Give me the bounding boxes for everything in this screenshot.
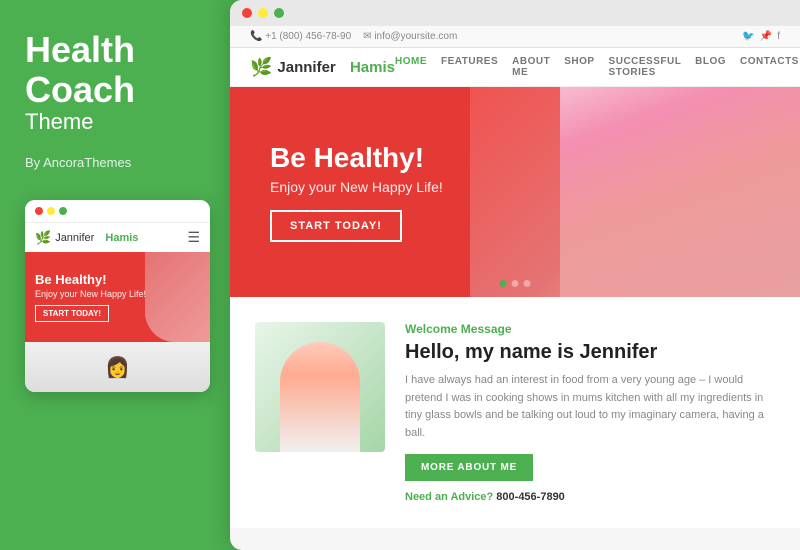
- about-more-button[interactable]: MORE ABOUT ME: [405, 454, 533, 481]
- nav-logo-first: Jannifer: [277, 59, 335, 76]
- mobile-hero-sub: Enjoy your New Happy Life!: [35, 289, 200, 299]
- theme-title-line2: Coach: [25, 70, 205, 110]
- about-title: Hello, my name is Jennifer: [405, 341, 775, 364]
- nav-logo-icon: 🌿: [250, 57, 272, 78]
- browser-content: +1 (800) 456-78-90 info@yoursitе.com 🐦 📌…: [230, 26, 800, 550]
- browser-chrome: [230, 0, 800, 26]
- theme-subtitle: Theme: [25, 109, 205, 135]
- topbar-phone: +1 (800) 456-78-90: [250, 31, 351, 42]
- about-section: Welcome Message Hello, my name is Jennif…: [230, 297, 800, 528]
- browser-dot-yellow: [258, 8, 268, 18]
- browser-dot-green: [274, 8, 284, 18]
- topbar-left: +1 (800) 456-78-90 info@yoursitе.com: [250, 31, 457, 42]
- social-pinterest-icon[interactable]: 📌: [760, 31, 772, 42]
- hero-image: [470, 87, 800, 297]
- mobile-dot-yellow: [47, 207, 55, 215]
- hero-section: Be Healthy! Enjoy your New Happy Life! S…: [230, 87, 800, 297]
- theme-title-line1: Health: [25, 30, 205, 70]
- advice-phone: 800-456-7890: [496, 491, 565, 503]
- about-image: [255, 322, 385, 452]
- nav-link-stories[interactable]: SUCCESSFUL STORIES: [609, 56, 682, 78]
- title-block: Health Coach Theme: [25, 30, 205, 135]
- hero-person-image: [560, 87, 800, 297]
- browser-window: +1 (800) 456-78-90 info@yoursitе.com 🐦 📌…: [230, 0, 800, 550]
- nav-link-blog[interactable]: BLOG: [695, 56, 726, 78]
- mobile-logo: 🌿 Jannifer Hamis: [35, 230, 138, 246]
- mobile-hero: Be Healthy! Enjoy your New Happy Life! S…: [25, 252, 210, 342]
- nav-link-about[interactable]: ABOUT ME: [512, 56, 550, 78]
- hero-subheading: Enjoy your New Happy Life!: [270, 179, 443, 195]
- nav-link-contacts[interactable]: CONTACTS: [740, 56, 799, 78]
- mobile-dot-red: [35, 207, 43, 215]
- mobile-logo-second: Hamis: [105, 232, 138, 244]
- hamburger-icon[interactable]: ☰: [187, 229, 200, 246]
- advice-line: Need an Advice? 800-456-7890: [405, 491, 775, 503]
- hero-heading: Be Healthy!: [270, 142, 443, 174]
- mobile-mockup: 🌿 Jannifer Hamis ☰ Be Healthy! Enjoy you…: [25, 200, 210, 392]
- mobile-nav: 🌿 Jannifer Hamis ☰: [25, 222, 210, 252]
- hero-content: Be Healthy! Enjoy your New Happy Life! S…: [270, 142, 443, 242]
- website-nav: 🌿 Jannifer Hamis HOME FEATURES ABOUT ME …: [230, 48, 800, 87]
- hero-dot-2[interactable]: [512, 280, 519, 287]
- mobile-logo-first: Jannifer: [55, 232, 94, 244]
- byline: By AncoraThemes: [25, 155, 205, 170]
- mobile-start-button[interactable]: START TODAY!: [35, 305, 109, 322]
- topbar-social: 🐦 📌 f: [742, 31, 780, 42]
- hero-dot-1[interactable]: [500, 280, 507, 287]
- hero-carousel-dots: [500, 280, 531, 287]
- mobile-below-section: 👩: [25, 342, 210, 392]
- topbar-email: info@yoursitе.com: [363, 31, 457, 42]
- website-topbar: +1 (800) 456-78-90 info@yoursitе.com 🐦 📌…: [230, 26, 800, 48]
- browser-dot-red: [242, 8, 252, 18]
- nav-link-shop[interactable]: SHOP: [564, 56, 594, 78]
- about-subtitle: Welcome Message: [405, 322, 775, 336]
- nav-link-features[interactable]: FEATURES: [441, 56, 498, 78]
- nav-logo: 🌿 Jannifer Hamis: [250, 57, 395, 78]
- hero-dot-3[interactable]: [524, 280, 531, 287]
- mobile-logo-icon: 🌿: [35, 230, 51, 246]
- nav-links: HOME FEATURES ABOUT ME SHOP SUCCESSFUL S…: [395, 56, 799, 78]
- advice-label: Need an Advice?: [405, 491, 493, 503]
- hero-start-button[interactable]: START TODAY!: [270, 210, 402, 242]
- mobile-top-bar: [25, 200, 210, 222]
- social-twitter-icon[interactable]: 🐦: [742, 31, 754, 42]
- about-text: I have always had an interest in food fr…: [405, 372, 775, 442]
- about-content: Welcome Message Hello, my name is Jennif…: [405, 322, 775, 503]
- nav-link-home[interactable]: HOME: [395, 56, 427, 78]
- mobile-below-image: 👩: [25, 342, 210, 392]
- mobile-dot-green: [59, 207, 67, 215]
- left-panel: Health Coach Theme By AncoraThemes 🌿 Jan…: [0, 0, 230, 550]
- mobile-hero-heading: Be Healthy!: [35, 272, 200, 287]
- nav-logo-second: Hamis: [350, 59, 395, 76]
- social-facebook-icon[interactable]: f: [777, 31, 780, 42]
- about-person-silhouette: [280, 342, 360, 452]
